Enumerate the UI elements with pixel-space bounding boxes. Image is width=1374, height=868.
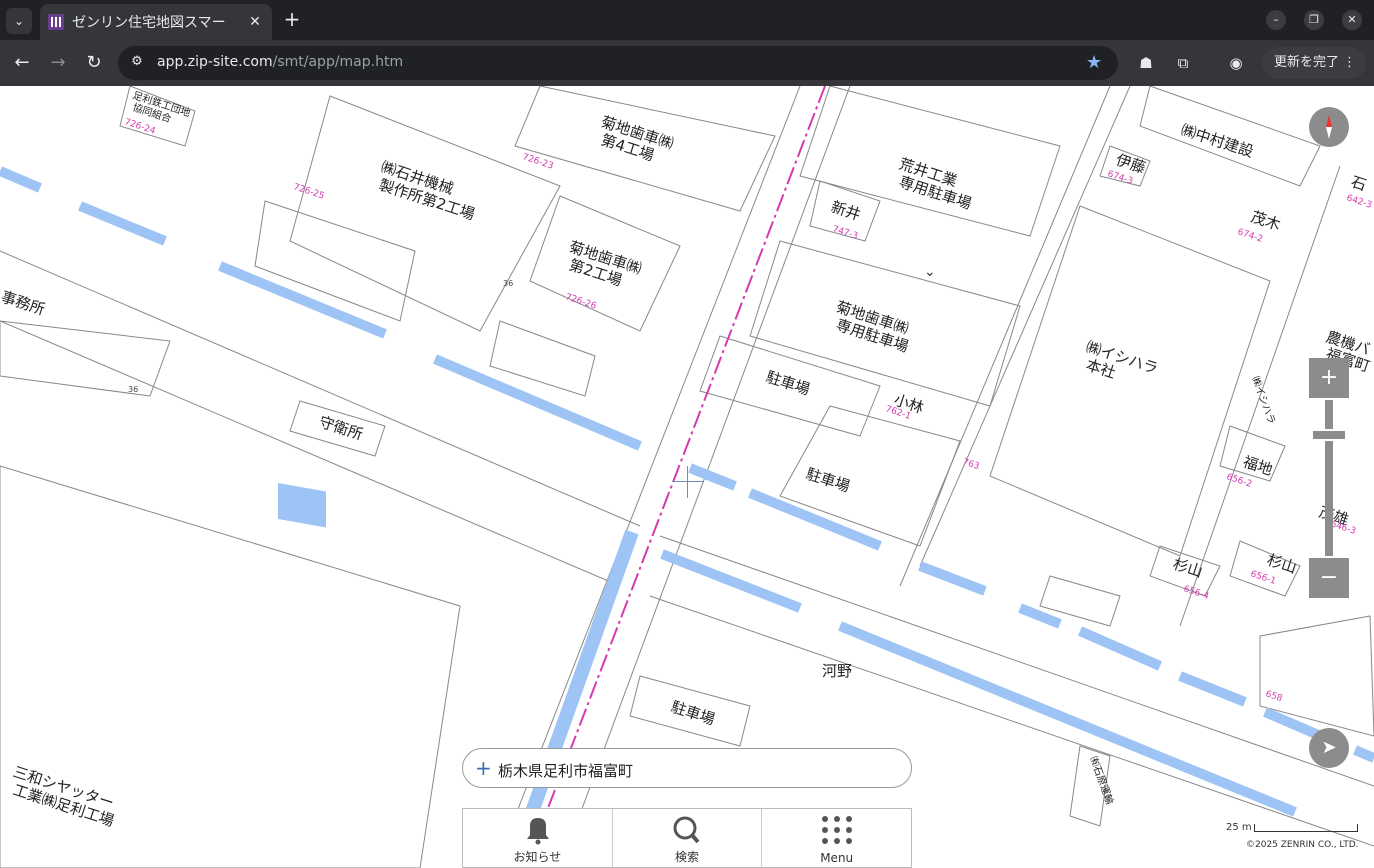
browser-toolbar: ← → ↻ ⚙ app.zip-site.com/smt/app/map.htm…: [0, 40, 1374, 86]
notice-label: お知らせ: [513, 850, 562, 864]
more-menu-icon[interactable]: ⋮: [1343, 47, 1356, 79]
address-bar[interactable]: ⚙ app.zip-site.com/smt/app/map.htm ★: [118, 46, 1118, 80]
label-jimusho: 事務所: [0, 288, 47, 319]
label-fukuchi: 福地: [1241, 453, 1275, 479]
lot-number: 646-3: [1329, 519, 1357, 537]
search-label: 検索: [675, 850, 700, 864]
site-info-icon[interactable]: ⚙: [128, 54, 146, 72]
map-center-crosshair: [672, 466, 704, 498]
close-window-button[interactable]: ✕: [1342, 10, 1362, 30]
label-shinai: 新井: [829, 198, 863, 224]
lot-number: 642-3: [1345, 193, 1373, 211]
lot-number: 658: [1264, 689, 1284, 704]
lot-number: 763: [961, 457, 980, 472]
update-button[interactable]: 更新を完了 ⋮: [1262, 47, 1366, 79]
lot-number: 726-26: [564, 292, 598, 311]
label-moki: 茂木: [1249, 208, 1283, 234]
label-parking-1: 駐車場: [764, 368, 812, 399]
address-text: 栃木県足利市福富町: [498, 762, 634, 780]
active-tab[interactable]: ゼンリン住宅地図スマー ✕: [40, 4, 272, 40]
zenrin-favicon-icon: [48, 14, 64, 30]
lot-number: 726-25: [292, 182, 325, 201]
map-view[interactable]: ㈱石井機械 製作所第2工場 菊地歯車㈱ 第4工場 菊地歯車㈱ 第2工場 荒井工業…: [0, 86, 1374, 868]
forward-button[interactable]: →: [46, 51, 70, 75]
tab-close-icon[interactable]: ✕: [246, 13, 264, 31]
chevron-down-icon: ⌄: [924, 264, 936, 280]
compass-icon[interactable]: [1309, 107, 1349, 147]
search-button[interactable]: 検索: [613, 809, 763, 867]
reload-button[interactable]: ↻: [82, 51, 106, 75]
lot-number: 674-2: [1236, 227, 1264, 245]
grid-menu-icon: [822, 816, 853, 844]
label-parking-3: 駐車場: [669, 698, 717, 729]
label-ishihara-unso: ㈲石原運輸: [1087, 755, 1116, 806]
zoom-slider-track[interactable]: [1325, 400, 1333, 556]
url-text[interactable]: app.zip-site.com/smt/app/map.htm: [157, 54, 403, 70]
scale-bar: [1254, 824, 1358, 832]
restore-button[interactable]: ❐: [1304, 10, 1324, 30]
notice-button[interactable]: お知らせ: [463, 809, 613, 867]
menu-button[interactable]: Menu: [762, 809, 911, 867]
label-ishihara-v: ㈱イシハラ: [1249, 375, 1277, 426]
zoom-out-button[interactable]: −: [1309, 558, 1349, 598]
profile-icon[interactable]: ◉: [1226, 53, 1246, 73]
minimize-button[interactable]: –: [1266, 10, 1286, 30]
label-parking-2: 駐車場: [804, 465, 852, 496]
lot-number: 747-3: [831, 224, 859, 242]
bookmark-star-icon[interactable]: ★: [1086, 52, 1102, 73]
extension-icon[interactable]: ☗: [1136, 53, 1156, 73]
label-guard: 守衛所: [317, 413, 365, 444]
new-tab-button[interactable]: +: [282, 9, 302, 29]
lot-number: 726-24: [123, 117, 157, 136]
lot-number: 656-4: [1182, 584, 1210, 602]
tab-strip: ⌄ ゼンリン住宅地図スマー ✕ + – ❐ ✕: [0, 0, 1374, 40]
lot-number: 36: [128, 385, 138, 394]
back-button[interactable]: ←: [10, 51, 34, 75]
tab-search-button[interactable]: ⌄: [6, 8, 32, 34]
zoom-slider-handle[interactable]: [1311, 429, 1347, 441]
bottom-menu: お知らせ 検索 Menu: [462, 808, 912, 868]
copyright: ©2025 ZENRIN CO., LTD.: [1246, 840, 1359, 850]
label-sugiyama-1: 杉山: [1171, 555, 1205, 581]
address-search-bar[interactable]: + 栃木県足利市福富町: [462, 748, 912, 788]
label-sugiyama-2: 杉山: [1265, 551, 1299, 577]
zoom-in-button[interactable]: +: [1309, 358, 1349, 398]
tab-title: ゼンリン住宅地図スマー: [72, 15, 226, 31]
label-kawano: 河野: [822, 662, 852, 680]
search-icon: [673, 816, 700, 844]
lot-number: 36: [503, 279, 513, 288]
menu-label: Menu: [820, 851, 854, 865]
current-location-icon[interactable]: ➤: [1309, 728, 1349, 768]
scale-label: 25 m: [1226, 822, 1252, 833]
plus-icon[interactable]: +: [475, 757, 492, 779]
label-ishi-edge: 石: [1349, 173, 1369, 195]
bell-icon: [527, 818, 549, 845]
lot-number: 726-23: [521, 152, 554, 171]
extensions-puzzle-icon[interactable]: ⧉: [1173, 53, 1193, 73]
